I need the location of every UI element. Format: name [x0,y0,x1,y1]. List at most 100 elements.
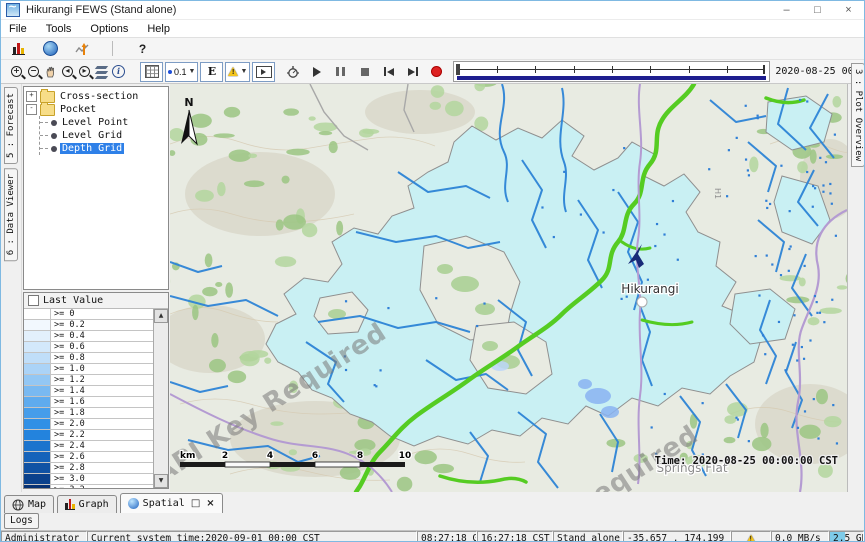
tree-item-label: Cross-section [58,91,140,102]
skip-to-start-button[interactable] [380,63,397,81]
tab-plot-overview[interactable]: 3 : Plot Overview [851,63,865,167]
info-icon: i [112,65,125,78]
logs-button[interactable]: Logs [4,513,39,529]
tab-data-viewer[interactable]: 6 : Data Viewer [4,168,18,261]
legend-row[interactable]: >= 2.0 [24,419,153,430]
legend-label: >= 3.0 [51,474,153,484]
menu-file[interactable]: File [7,23,29,35]
legend-row[interactable]: >= 1.4 [24,386,153,397]
legend-row[interactable]: >= 1.0 [24,364,153,375]
tab-forecast[interactable]: 5 : Forecast [4,87,18,164]
scroll-down-icon[interactable]: ▼ [154,474,168,488]
zoom-in-button[interactable]: + [8,63,25,81]
tree-item-depth-grid[interactable]: Depth Grid [40,142,168,155]
help-button[interactable]: ? [134,40,151,58]
pause-button[interactable] [332,63,349,81]
skip-to-end-button[interactable] [404,63,421,81]
legend-swatch [24,463,51,473]
time-slider[interactable] [453,61,770,82]
legend-list[interactable]: >= 0>= 0.2>= 0.4>= 0.6>= 0.8>= 1.0>= 1.2… [24,309,153,488]
map-toolbar: + − ◂ ▸ i 0.1 ▼ E ▼ [1,60,864,84]
status-warning-cell[interactable] [731,531,771,542]
pan-button[interactable] [42,63,59,81]
legend-panel: Last Value >= 0>= 0.2>= 0.4>= 0.6>= 0.8>… [23,292,169,489]
info-button[interactable]: i [110,63,127,81]
animation-settings-button[interactable] [284,63,301,81]
tab-graph[interactable]: Graph [57,495,117,513]
timeseries-display-button[interactable] [74,40,91,58]
tree-item-level-point[interactable]: Level Point [40,116,168,129]
contour-interval-dropdown[interactable]: 0.1 ▼ [165,62,198,82]
expand-icon[interactable]: + [26,91,37,102]
legend-swatch [24,441,51,451]
play-button[interactable] [308,63,325,81]
globe-icon [128,498,139,509]
zoom-next-button[interactable]: ▸ [76,63,93,81]
chevron-down-icon: ▼ [189,68,196,75]
legend-row[interactable]: >= 2.6 [24,452,153,463]
view-tabs: Map Graph Spatial □ × [1,492,864,513]
legend-row[interactable]: >= 2.8 [24,463,153,474]
thresholds-dropdown[interactable]: ▼ [225,62,250,82]
status-user: Administrator [1,531,87,542]
collapse-icon[interactable]: - [26,104,37,115]
status-memory[interactable]: 2.5 GB [829,531,864,542]
legend-label: >= 2.6 [51,452,153,462]
legend-row[interactable]: >= 0.4 [24,331,153,342]
zoom-previous-button[interactable]: ◂ [59,63,76,81]
legend-row[interactable]: >= 2.4 [24,441,153,452]
tab-restore-button[interactable]: □ [191,499,200,509]
map-canvas[interactable]: H1 API Key Required API Key Required Hik… [170,84,847,492]
right-tab-strip: 3 : Plot Overview [847,84,865,492]
title-bar: Hikurangi FEWS (Stand alone) – □ × [1,1,864,20]
legend-row[interactable]: >= 3.0 [24,474,153,485]
legend-row[interactable]: >= 1.8 [24,408,153,419]
tab-spatial[interactable]: Spatial □ × [120,493,223,513]
layers-button[interactable] [93,63,110,81]
minimize-button[interactable]: – [771,1,802,19]
time-slider-thumb[interactable] [456,64,460,75]
labels-toggle-button[interactable]: E [200,62,223,82]
legend-scrollbar[interactable]: ▲ ▼ [153,309,168,488]
maximize-button[interactable]: □ [802,1,833,19]
status-local-time: 16:27:18 CST [477,531,553,542]
database-display-button[interactable] [10,40,27,58]
logs-row: Logs [1,513,864,530]
tab-map[interactable]: Map [4,495,54,513]
last-value-checkbox[interactable] [28,295,39,306]
stop-button[interactable] [356,63,373,81]
legend-row[interactable]: >= 0.2 [24,320,153,331]
map-display-button[interactable] [42,40,59,58]
legend-row[interactable]: >= 0.8 [24,353,153,364]
menu-tools[interactable]: Tools [44,23,74,35]
legend-row[interactable]: >= 2.2 [24,430,153,441]
warning-icon [228,67,238,76]
legend-label: >= 2.8 [51,463,153,473]
scroll-up-icon[interactable]: ▲ [154,309,168,323]
legend-label: >= 3.2 [51,485,153,488]
menu-help[interactable]: Help [145,23,172,35]
grid-toggle-button[interactable] [140,62,163,82]
legend-row[interactable]: >= 3.2 [24,485,153,488]
tab-label: Graph [79,499,109,510]
folder-icon [40,104,55,116]
animation-button[interactable] [252,62,275,82]
legend-label: >= 1.4 [51,386,153,396]
grid-icon [145,65,159,78]
legend-row[interactable]: >= 1.2 [24,375,153,386]
tab-close-button[interactable]: × [206,499,214,509]
legend-row[interactable]: >= 0.6 [24,342,153,353]
close-button[interactable]: × [833,1,864,19]
svg-text:4: 4 [267,451,273,461]
status-system-time: Current system time:2020-09-01 00:00 CST [87,531,417,542]
legend-swatch [24,353,51,363]
legend-row[interactable]: >= 1.6 [24,397,153,408]
menu-options[interactable]: Options [88,23,130,35]
tree-item-level-grid[interactable]: Level Grid [40,129,168,142]
legend-row[interactable]: >= 0 [24,309,153,320]
record-button[interactable] [428,63,445,81]
map-viewport[interactable]: H1 API Key Required API Key Required Hik… [170,84,847,492]
zoom-out-button[interactable]: − [25,63,42,81]
tree-item-pocket[interactable]: - Pocket [26,103,168,116]
tree-connector [40,122,48,124]
